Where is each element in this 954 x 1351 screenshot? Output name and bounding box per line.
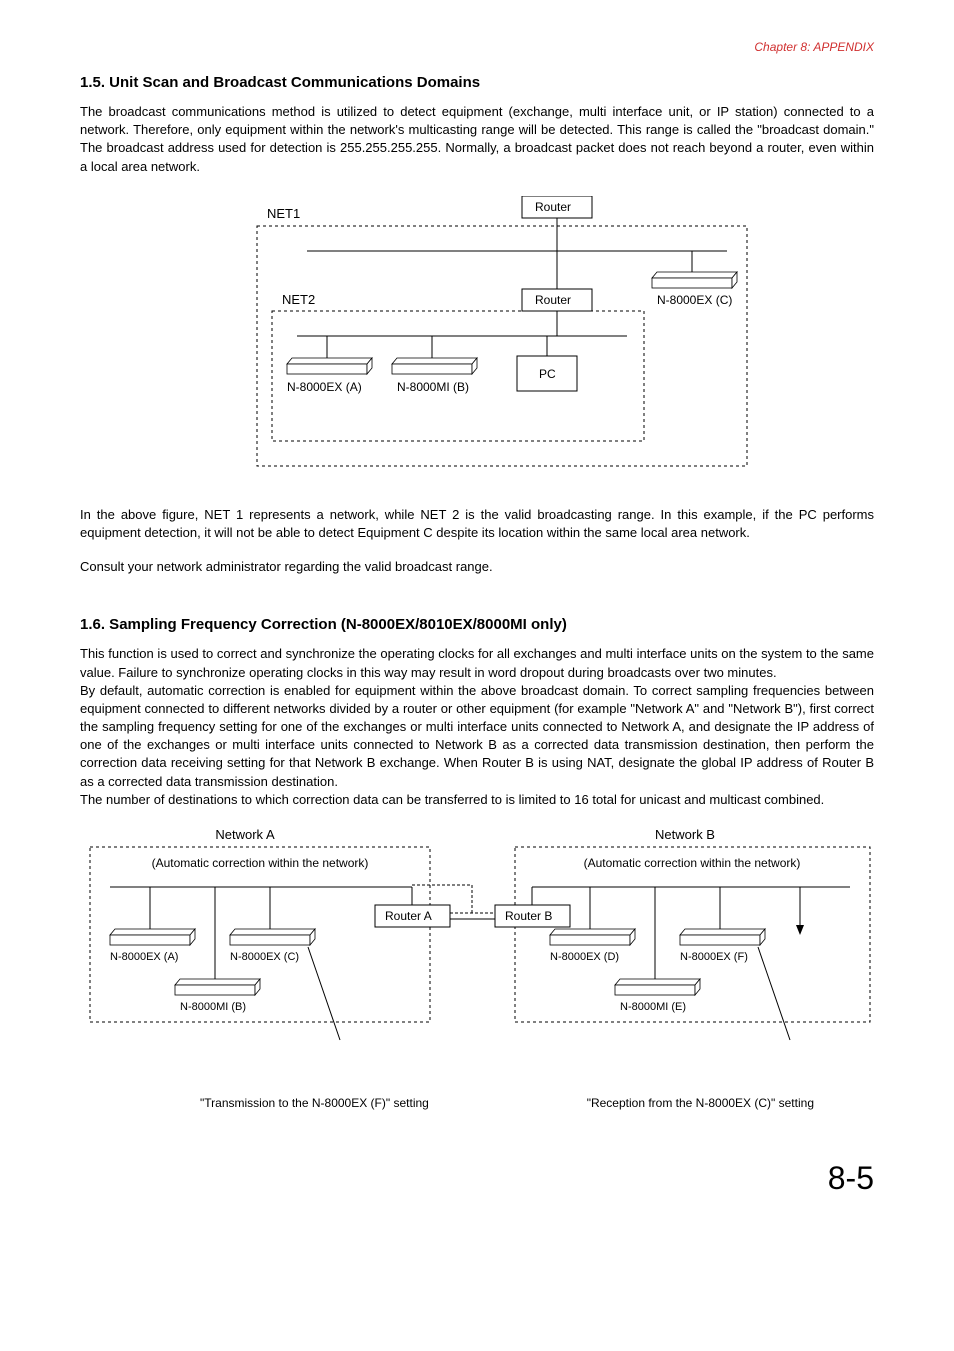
section-1-6-para-1: This function is used to correct and syn… [80, 645, 874, 681]
network-b-label: Network B [655, 827, 715, 842]
device-a-icon [287, 358, 372, 374]
net2-box [272, 311, 644, 441]
device-e-label: N-8000MI (E) [620, 1001, 686, 1013]
section-1-6-para-2: By default, automatic correction is enab… [80, 682, 874, 791]
device-c2-icon [230, 929, 315, 945]
router-b-label: Router B [505, 909, 552, 923]
auto-b-label: (Automatic correction within the network… [584, 856, 801, 870]
device-c-icon [652, 272, 737, 288]
auto-a-label: (Automatic correction within the network… [152, 856, 369, 870]
device-c-label: N-8000EX (C) [657, 293, 732, 307]
device-b2-icon [175, 979, 260, 995]
device-f-icon [680, 929, 765, 945]
device-b-label: N-8000MI (B) [397, 380, 469, 394]
inner-router-label: Router [535, 293, 571, 307]
device-f-label: N-8000EX (F) [680, 951, 748, 963]
device-d-label: N-8000EX (D) [550, 951, 619, 963]
figure-1-5: NET1 Router NET2 Router N-8000EX (C) [80, 196, 874, 476]
router-a-label: Router A [385, 909, 432, 923]
figure-1-6-caption-right: "Reception from the N-8000EX (C)" settin… [587, 1096, 814, 1110]
section-1-6-heading: 1.6. Sampling Frequency Correction (N-80… [80, 616, 874, 633]
figure-1-6-caption-left: "Transmission to the N-8000EX (F)" setti… [200, 1096, 429, 1110]
section-1-6-para-3: The number of destinations to which corr… [80, 791, 874, 809]
net2-label: NET2 [282, 292, 315, 307]
device-a2-label: N-8000EX (A) [110, 951, 178, 963]
device-c2-label: N-8000EX (C) [230, 951, 299, 963]
network-a-label: Network A [215, 827, 275, 842]
device-a-label: N-8000EX (A) [287, 380, 362, 394]
section-1-5-para-1: The broadcast communications method is u… [80, 103, 874, 176]
page-number: 8-5 [80, 1160, 874, 1197]
device-a2-icon [110, 929, 195, 945]
section-1-5-heading: 1.5. Unit Scan and Broadcast Communicati… [80, 74, 874, 91]
device-b-icon [392, 358, 477, 374]
section-1-5-para-3: Consult your network administrator regar… [80, 558, 874, 576]
net1-label: NET1 [267, 206, 300, 221]
outer-router-label: Router [535, 200, 571, 214]
device-d-icon [550, 929, 635, 945]
device-e-icon [615, 979, 700, 995]
section-1-5-para-2: In the above figure, NET 1 represents a … [80, 506, 874, 542]
net1-box [257, 226, 747, 466]
device-b2-label: N-8000MI (B) [180, 1001, 246, 1013]
figure-1-6: Network A (Automatic correction within t… [80, 825, 874, 1110]
arrow-down-icon [796, 925, 804, 935]
pc-label: PC [539, 367, 556, 381]
chapter-header: Chapter 8: APPENDIX [80, 40, 874, 54]
